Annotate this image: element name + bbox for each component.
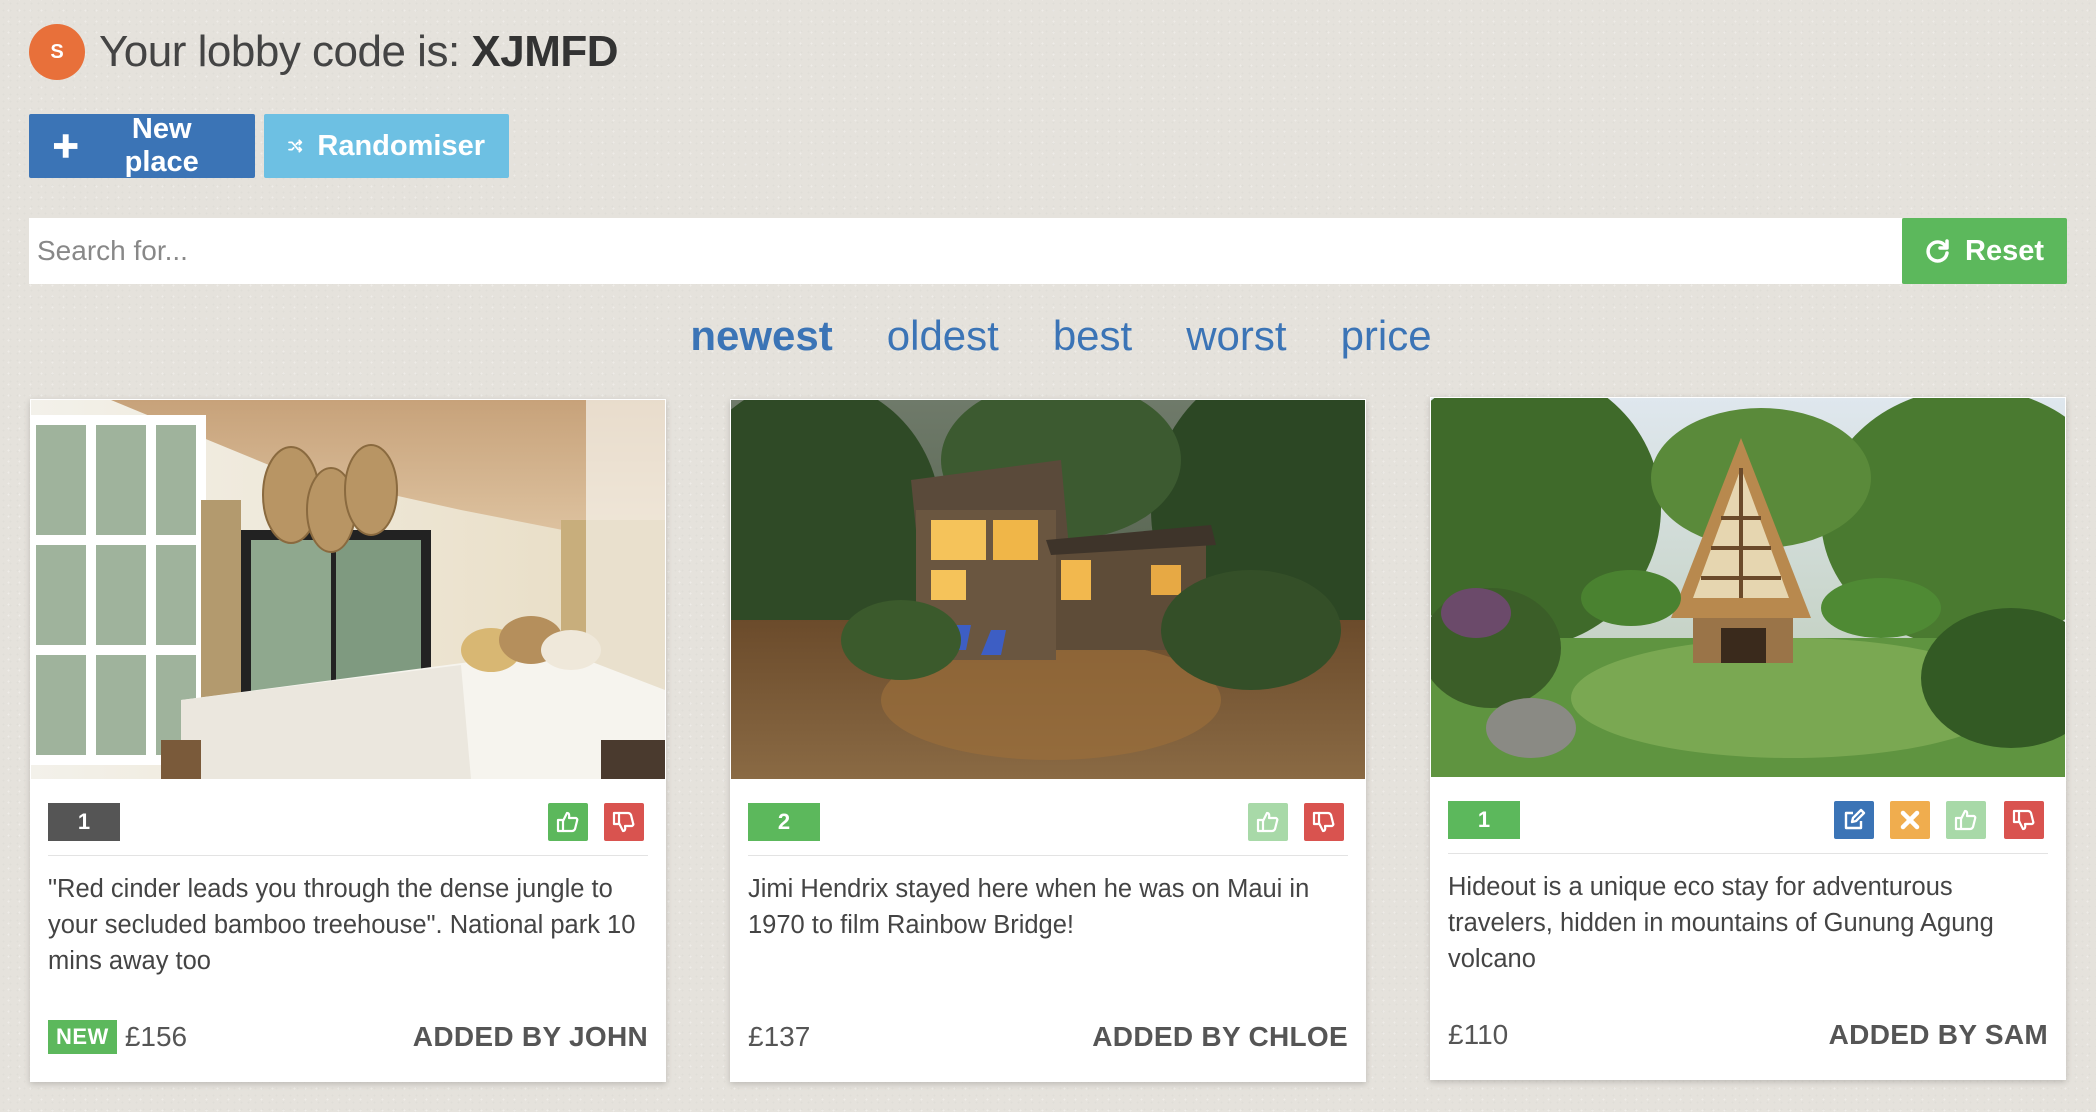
new-place-button[interactable]: New place bbox=[29, 113, 255, 178]
thumbs-up-button[interactable] bbox=[1946, 801, 1986, 839]
rank-badge: 2 bbox=[748, 803, 820, 841]
place-photo-a-frame-hut[interactable] bbox=[1431, 398, 2065, 777]
search-bar: Reset bbox=[29, 218, 2067, 284]
lobby-code: XJMFD bbox=[471, 27, 619, 76]
place-card: 1 "Red cinder leads you through the dens… bbox=[30, 399, 666, 1082]
sort-worst[interactable]: worst bbox=[1186, 312, 1286, 360]
reset-label: Reset bbox=[1965, 234, 2044, 267]
sort-price[interactable]: price bbox=[1341, 312, 1432, 360]
randomiser-button[interactable]: Randomiser bbox=[264, 114, 509, 178]
place-description: Jimi Hendrix stayed here when he was on … bbox=[748, 875, 1310, 939]
thumbs-up-icon bbox=[556, 811, 579, 833]
new-place-label: New place bbox=[124, 113, 199, 178]
thumbs-up-button[interactable] bbox=[1248, 803, 1288, 841]
plus-icon bbox=[53, 134, 78, 158]
added-by: ADDED BY CHLOE bbox=[1092, 1021, 1348, 1052]
thumbs-up-icon bbox=[1256, 811, 1279, 833]
thumbs-down-icon bbox=[2012, 809, 2035, 831]
avatar[interactable]: S bbox=[29, 24, 85, 80]
lobby-label: Your lobby code is: bbox=[99, 27, 472, 76]
price: £137 bbox=[748, 1021, 811, 1052]
place-card: 2 Jimi Hendrix stayed here when he was o… bbox=[730, 399, 1366, 1082]
thumbs-down-icon bbox=[1312, 811, 1335, 833]
sort-options: newest oldest best worst price bbox=[0, 312, 2096, 360]
place-card: 1 Hideout is a unique eco stay for adven… bbox=[1430, 397, 2066, 1080]
divider bbox=[748, 855, 1348, 856]
reset-button[interactable]: Reset bbox=[1902, 218, 2067, 284]
sort-oldest[interactable]: oldest bbox=[887, 312, 999, 360]
price: £156 bbox=[124, 1021, 188, 1052]
edit-button[interactable] bbox=[1834, 801, 1874, 839]
place-description: "Red cinder leads you through the dense … bbox=[48, 875, 636, 975]
thumbs-up-button[interactable] bbox=[548, 803, 588, 841]
new-badge: NEW bbox=[48, 1020, 117, 1054]
rank-badge: 1 bbox=[1448, 801, 1520, 839]
thumbs-down-button[interactable] bbox=[604, 803, 644, 841]
thumbs-down-button[interactable] bbox=[2004, 801, 2044, 839]
search-input[interactable] bbox=[29, 218, 1902, 284]
toolbar: New place Randomiser bbox=[29, 113, 509, 178]
price: £110 bbox=[1448, 1019, 1509, 1050]
place-photo-jungle-cabin[interactable] bbox=[731, 400, 1365, 779]
lobby-header: S Your lobby code is: XJMFD bbox=[29, 24, 619, 80]
remove-button[interactable] bbox=[1890, 801, 1930, 839]
refresh-icon bbox=[1926, 239, 1949, 263]
randomiser-label: Randomiser bbox=[317, 129, 485, 162]
added-by: ADDED BY JOHN bbox=[412, 1021, 648, 1052]
divider bbox=[48, 855, 648, 856]
place-description: Hideout is a unique eco stay for adventu… bbox=[1448, 873, 1994, 973]
close-icon bbox=[1900, 810, 1920, 830]
thumbs-down-button[interactable] bbox=[1304, 803, 1344, 841]
lobby-code-text: Your lobby code is: XJMFD bbox=[99, 27, 619, 77]
sort-newest[interactable]: newest bbox=[690, 312, 832, 360]
card-footer: £110 ADDED BY SAM bbox=[1448, 1015, 2048, 1055]
card-footer: £137 ADDED BY CHLOE bbox=[748, 1017, 1348, 1057]
shuffle-icon bbox=[288, 139, 303, 153]
place-photo-bedroom[interactable] bbox=[31, 400, 665, 779]
divider bbox=[1448, 853, 2048, 854]
edit-icon bbox=[1844, 808, 1866, 830]
thumbs-down-icon bbox=[612, 811, 635, 833]
thumbs-up-icon bbox=[1954, 809, 1977, 831]
added-by: ADDED BY SAM bbox=[1828, 1019, 2048, 1050]
sort-best[interactable]: best bbox=[1053, 312, 1132, 360]
rank-badge: 1 bbox=[48, 803, 120, 841]
card-footer: NEW £156 ADDED BY JOHN bbox=[48, 1017, 648, 1057]
